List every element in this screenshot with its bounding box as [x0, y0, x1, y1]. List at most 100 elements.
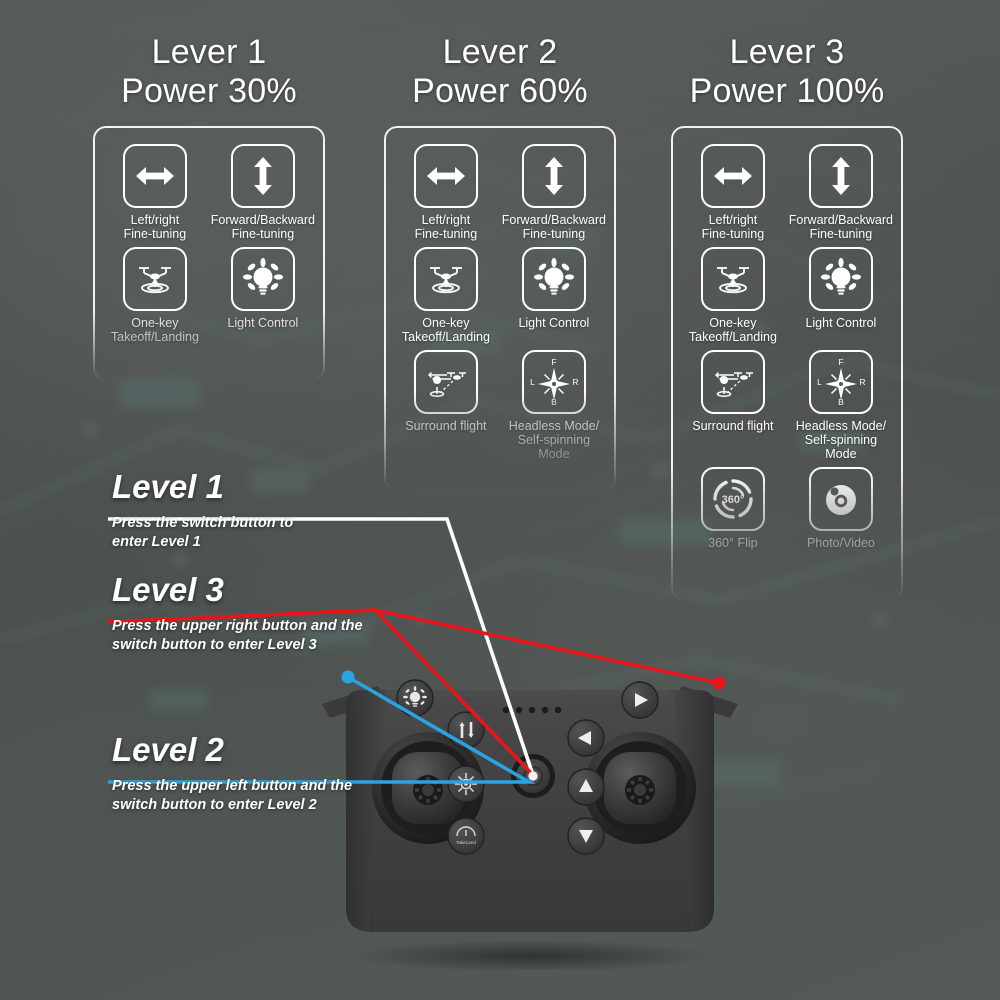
function-label: Forward/Backward Fine-tuning: [501, 212, 606, 241]
light-bulb-icon: [230, 246, 295, 311]
drone-remote-controller: TakeLand: [300, 660, 760, 972]
level-1-title: Level 1: [112, 468, 224, 505]
lever-3-heading: Lever 3 Power 100%: [662, 33, 912, 112]
function-cell[interactable]: Forward/Backward Fine-tuning: [210, 143, 315, 241]
function-cell[interactable]: Left/right Fine-tuning: [681, 143, 785, 241]
function-cell[interactable]: One-key Takeoff/Landing: [394, 246, 498, 344]
level-1-description: Press the switch button to enter Level 1: [112, 515, 294, 550]
compass-right-label: R: [572, 377, 578, 387]
lever-2-panel: Left/right Fine-tuning Forward/Backward …: [384, 125, 616, 491]
lever-2-column: Lever 2 Power 60% Left/right Fine-tuning…: [375, 33, 625, 491]
function-label: Left/right Fine-tuning: [701, 212, 765, 241]
lever-1-title: Lever 1: [151, 33, 267, 71]
function-cell[interactable]: Light Control: [789, 246, 893, 344]
lever-1-column: Lever 1 Power 30% Left/right Fine-tuning…: [84, 33, 334, 381]
led-dot: [541, 706, 549, 714]
level-3-callout: Level 3 Press the upper right button and…: [112, 573, 462, 655]
function-label: One-key Takeoff/Landing: [110, 315, 199, 344]
left-right-arrows-icon: [700, 143, 765, 208]
lever-3-panel: Left/right Fine-tuning Forward/Backward …: [671, 125, 903, 601]
function-label: 360° Flip: [708, 535, 758, 550]
function-cell[interactable]: Light Control: [502, 246, 606, 344]
level-3-description: Press the upper right button and the swi…: [112, 618, 363, 653]
controller-bottom-panel: [372, 870, 688, 932]
drone-takeoff-landing-icon: [122, 246, 187, 311]
function-cell[interactable]: Surround flight: [394, 349, 498, 461]
switch-button[interactable]: [511, 754, 555, 798]
surround-flight-icon: [413, 349, 478, 414]
up-down-arrows-icon: [521, 143, 586, 208]
light-bulb-icon: [521, 246, 586, 311]
level-2-description: Press the upper left button and the swit…: [112, 778, 353, 813]
function-cell[interactable]: Light Control: [211, 246, 315, 344]
function-label: Forward/Backward Fine-tuning: [210, 212, 315, 241]
compass-headless-icon: F B L R: [808, 349, 873, 414]
dpad-right[interactable]: [621, 681, 659, 719]
drone-takeoff-landing-icon: [700, 246, 765, 311]
function-label: Surround flight: [405, 418, 487, 433]
function-label: Left/right Fine-tuning: [414, 212, 478, 241]
dpad-up[interactable]: [567, 768, 605, 806]
lever-3-column: Lever 3 Power 100% Left/right Fine-tunin…: [662, 33, 912, 601]
function-label: Light Control: [518, 315, 590, 330]
function-label: Photo/Video: [806, 535, 875, 550]
lever-2-heading: Lever 2 Power 60%: [375, 33, 625, 112]
lever-1-panel: Left/right Fine-tuning Forward/Backward …: [93, 125, 325, 381]
function-cell[interactable]: Photo/Video: [789, 466, 893, 550]
takeoff-land-button[interactable]: TakeLand: [447, 817, 485, 855]
lever-2-title: Lever 2: [442, 33, 558, 71]
lever-3-title: Lever 3: [729, 33, 845, 71]
function-cell[interactable]: One-key Takeoff/Landing: [103, 246, 207, 344]
function-label: Surround flight: [692, 418, 774, 433]
function-label: Left/right Fine-tuning: [123, 212, 187, 241]
level-1-callout: Level 1 Press the switch button to enter…: [112, 470, 442, 552]
light-bulb-icon: [808, 246, 873, 311]
function-cell[interactable]: Left/right Fine-tuning: [103, 143, 207, 241]
photo-video-icon: [808, 466, 873, 531]
led-dot: [554, 706, 562, 714]
function-label: Light Control: [805, 315, 877, 330]
function-label: Headless Mode/ Self-spinning Mode: [795, 418, 887, 461]
up-down-arrows-icon: [808, 143, 873, 208]
function-cell[interactable]: 360° 360° Flip: [681, 466, 785, 550]
led-dot: [528, 706, 536, 714]
dpad-left[interactable]: [567, 719, 605, 757]
led-dot: [515, 706, 523, 714]
function-label: One-key Takeoff/Landing: [688, 315, 777, 344]
function-cell[interactable]: Forward/Backward Fine-tuning: [501, 143, 606, 241]
function-cell[interactable]: Surround flight: [681, 349, 785, 461]
function-cell[interactable]: Left/right Fine-tuning: [394, 143, 498, 241]
function-label: Forward/Backward Fine-tuning: [788, 212, 893, 241]
function-cell[interactable]: F B L R Headless Mode/ Self-spinning Mod…: [502, 349, 606, 461]
controller-shadow: [352, 940, 712, 972]
lever-1-function-grid: Left/right Fine-tuning Forward/Backward …: [103, 143, 315, 344]
function-label: Light Control: [227, 315, 299, 330]
level-3-title: Level 3: [112, 571, 224, 608]
lever-3-function-grid: Left/right Fine-tuning Forward/Backward …: [681, 143, 893, 550]
up-down-arrows-icon: [230, 143, 295, 208]
function-cell[interactable]: One-key Takeoff/Landing: [681, 246, 785, 344]
compass-headless-icon: F B L R: [521, 349, 586, 414]
compass-right-label: R: [859, 377, 865, 387]
lever-2-power: Power 60%: [412, 72, 588, 111]
lever-1-power: Power 30%: [121, 72, 297, 111]
left-right-arrows-icon: [122, 143, 187, 208]
function-cell[interactable]: Forward/Backward Fine-tuning: [788, 143, 893, 241]
flip-badge-label: 360°: [722, 494, 745, 506]
level-2-callout: Level 2 Press the upper left button and …: [112, 733, 462, 815]
lever-3-power: Power 100%: [689, 72, 885, 111]
compass-front-label: F: [838, 357, 843, 367]
flip-360-icon: 360°: [700, 466, 765, 531]
surround-flight-icon: [700, 349, 765, 414]
function-cell[interactable]: F B L R Headless Mode/ Self-spinning Mod…: [789, 349, 893, 461]
dpad-down[interactable]: [567, 817, 605, 855]
compass-left-label: L: [530, 377, 535, 387]
level-2-title: Level 2: [112, 731, 224, 768]
function-label: One-key Takeoff/Landing: [401, 315, 490, 344]
led-dot: [502, 706, 510, 714]
takeoff-land-text: TakeLand: [456, 840, 476, 845]
function-label: Headless Mode/ Self-spinning Mode: [508, 418, 600, 461]
compass-front-label: F: [551, 357, 556, 367]
lever-2-function-grid: Left/right Fine-tuning Forward/Backward …: [394, 143, 606, 461]
light-button[interactable]: [396, 679, 434, 717]
